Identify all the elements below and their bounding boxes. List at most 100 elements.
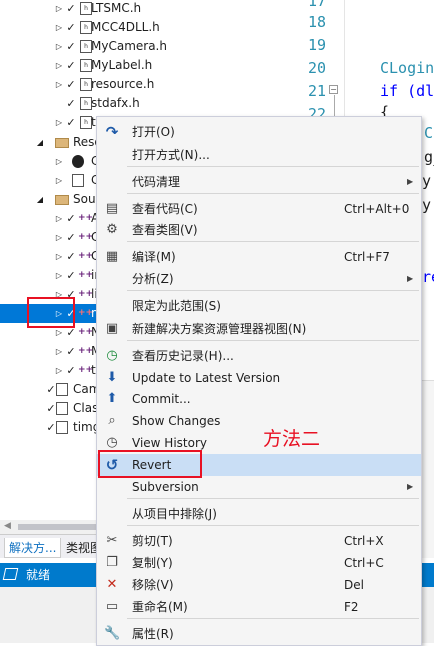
annotation-box-selected-file bbox=[27, 297, 75, 328]
cpp-file-icon: ++ bbox=[78, 346, 94, 356]
collapsed-arrow-icon[interactable]: ▷ bbox=[54, 18, 64, 37]
menu-item[interactable]: ⬆ Commit... bbox=[97, 388, 421, 410]
tree-item[interactable]: ▷ ✓ h MCC4DLL.h bbox=[0, 18, 252, 37]
collapsed-arrow-icon[interactable]: ▷ bbox=[54, 266, 64, 285]
menu-item[interactable]: ▣ 新建解决方案资源管理器视图(N) bbox=[97, 318, 421, 340]
properties-icon: 🔧 bbox=[104, 626, 121, 641]
code-fragment: Ca bbox=[424, 124, 434, 142]
menu-item[interactable]: ▤ 查看代码(C) Ctrl+Alt+0 bbox=[97, 198, 421, 220]
commit-icon: ⬆ bbox=[106, 391, 118, 406]
context-menu: ↷ 打开(O) 打开方式(N)... 代码清理 ▶ ▤ 查看代码(C) Ctrl+Alt+0 ⚙… bbox=[96, 116, 422, 646]
menu-item-label: 新建解决方案资源管理器视图(N) bbox=[132, 322, 307, 336]
menu-item-shortcut: Del bbox=[344, 578, 364, 592]
expanded-arrow-icon[interactable]: ◢ bbox=[35, 190, 45, 209]
expanded-arrow-icon[interactable]: ◢ bbox=[35, 133, 45, 152]
checked-in-icon: ✓ bbox=[46, 402, 56, 415]
menu-item[interactable]: ⚙ 查看类图(V) bbox=[97, 219, 421, 241]
menu-item-label: Commit... bbox=[132, 392, 191, 406]
tree-item[interactable]: ✓ h stdafx.h bbox=[0, 94, 252, 113]
menu-item-label: 查看历史记录(H)... bbox=[132, 349, 234, 363]
view-history-icon: ◷ bbox=[106, 435, 118, 450]
checked-in-icon: ✓ bbox=[66, 116, 76, 129]
menu-item[interactable]: 限定为此范围(S) bbox=[97, 295, 421, 317]
cpp-file-icon: ++ bbox=[78, 213, 94, 223]
menu-separator bbox=[127, 618, 419, 619]
menu-item[interactable]: Subversion ▶ bbox=[97, 476, 421, 498]
menu-item-shortcut: F2 bbox=[344, 600, 359, 614]
cut-icon: ✂ bbox=[106, 533, 118, 548]
code-line: if (dl bbox=[380, 82, 434, 100]
menu-item[interactable]: ⌕ Show Changes bbox=[97, 410, 421, 432]
tree-item-label: t bbox=[91, 115, 96, 129]
menu-item[interactable]: ▦ 编译(M) Ctrl+F7 bbox=[97, 246, 421, 268]
menu-item-label: 分析(Z) bbox=[132, 272, 174, 286]
menu-item-label: 编译(M) bbox=[132, 250, 176, 264]
collapsed-arrow-icon[interactable]: ▷ bbox=[54, 342, 64, 361]
new-view-icon: ▣ bbox=[105, 321, 119, 336]
submenu-arrow-icon: ▶ bbox=[407, 482, 414, 491]
menu-item[interactable]: ↷ 打开(O) bbox=[97, 121, 421, 143]
menu-item-label: 从项目中排除(J) bbox=[132, 507, 217, 521]
collapsed-arrow-icon[interactable]: ▷ bbox=[54, 37, 64, 56]
checked-in-icon: ✓ bbox=[66, 2, 76, 15]
collapsed-arrow-icon[interactable]: ▷ bbox=[54, 56, 64, 75]
menu-item-label: 重命名(M) bbox=[132, 600, 188, 614]
menu-item[interactable]: ◷ 查看历史记录(H)... bbox=[97, 345, 421, 367]
copy-icon: ❐ bbox=[106, 555, 118, 570]
code-fragment: y. bbox=[422, 172, 434, 190]
tree-item[interactable]: ▷ ✓ h LTSMC.h bbox=[0, 0, 252, 18]
code-fragment: re bbox=[422, 268, 434, 286]
menu-item-label: 剪切(T) bbox=[132, 534, 173, 548]
menu-item[interactable]: ✂ 剪切(T) Ctrl+X bbox=[97, 530, 421, 552]
collapsed-arrow-icon[interactable]: ▷ bbox=[54, 0, 64, 18]
menu-item[interactable]: 打开方式(N)... bbox=[97, 144, 421, 166]
menu-item[interactable]: ✕ 移除(V) Del bbox=[97, 574, 421, 596]
collapsed-arrow-icon[interactable]: ▷ bbox=[54, 209, 64, 228]
collapsed-arrow-icon[interactable]: ▷ bbox=[54, 113, 64, 132]
checked-in-icon: ✓ bbox=[66, 40, 76, 53]
text-file-icon bbox=[56, 402, 68, 415]
collapsed-arrow-icon[interactable]: ▷ bbox=[54, 228, 64, 247]
menu-item-label: 属性(R) bbox=[132, 627, 174, 641]
menu-item[interactable]: ⬇ Update to Latest Version bbox=[97, 367, 421, 389]
collapsed-arrow-icon[interactable]: ▷ bbox=[54, 171, 64, 190]
scroll-left-icon[interactable]: ◀ bbox=[4, 521, 11, 531]
tab-solution-explorer[interactable]: 解决方... bbox=[4, 538, 62, 558]
menu-item[interactable]: 代码清理 ▶ bbox=[97, 171, 421, 193]
menu-item[interactable]: 从项目中排除(J) bbox=[97, 503, 421, 525]
compile-icon: ▦ bbox=[105, 249, 119, 264]
collapse-toggle-icon[interactable]: − bbox=[329, 85, 338, 94]
line-number: 21 bbox=[307, 82, 326, 100]
code-fragment: y. bbox=[422, 196, 434, 214]
status-text: 就绪 bbox=[26, 568, 51, 582]
checked-in-icon: ✓ bbox=[46, 383, 56, 396]
menu-item[interactable]: ❐ 复制(Y) Ctrl+C bbox=[97, 552, 421, 574]
tree-item[interactable]: ▷ ✓ h MyLabel.h bbox=[0, 56, 252, 75]
line-number: 17 bbox=[307, 0, 326, 10]
resource-icon bbox=[72, 155, 84, 168]
menu-item[interactable]: ▭ 重命名(M) F2 bbox=[97, 596, 421, 618]
checked-in-icon: ✓ bbox=[66, 59, 76, 72]
menu-item[interactable]: 分析(Z) ▶ bbox=[97, 268, 421, 290]
cpp-file-icon: ++ bbox=[78, 251, 94, 261]
menu-item-label: 查看类图(V) bbox=[132, 223, 198, 237]
resource-file-icon bbox=[72, 174, 84, 187]
tree-item[interactable]: ▷ ✓ h MyCamera.h bbox=[0, 37, 252, 56]
menu-item-label: Show Changes bbox=[132, 414, 221, 428]
menu-item-shortcut: Ctrl+C bbox=[344, 556, 384, 570]
cpp-file-icon: ++ bbox=[78, 232, 94, 242]
collapsed-arrow-icon[interactable]: ▷ bbox=[54, 247, 64, 266]
cpp-file-icon: ++ bbox=[78, 308, 94, 318]
line-number: 19 bbox=[307, 36, 326, 54]
collapsed-arrow-icon[interactable]: ▷ bbox=[54, 75, 64, 94]
menu-item[interactable]: 🔧 属性(R) bbox=[97, 623, 421, 645]
collapsed-arrow-icon[interactable]: ▷ bbox=[54, 361, 64, 380]
folder-icon bbox=[55, 138, 69, 148]
code-line: CLogin bbox=[380, 59, 434, 77]
menu-item-label: 复制(Y) bbox=[132, 556, 173, 570]
status-icon bbox=[2, 568, 19, 580]
menu-item-label: 移除(V) bbox=[132, 578, 174, 592]
collapsed-arrow-icon[interactable]: ▷ bbox=[54, 152, 64, 171]
tree-item[interactable]: ▷ ✓ h resource.h bbox=[0, 75, 252, 94]
menu-separator bbox=[127, 193, 419, 194]
